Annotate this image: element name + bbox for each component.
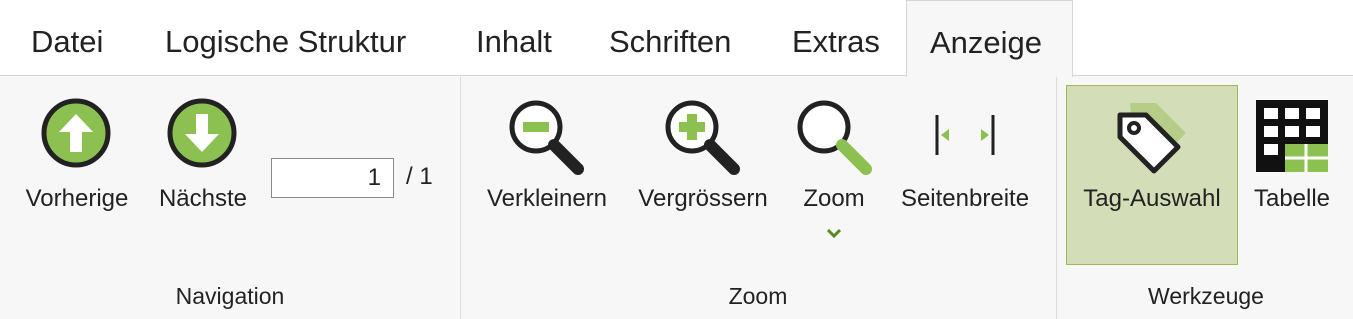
tab-datei[interactable]: Datei <box>31 0 103 76</box>
page-number-input[interactable] <box>271 158 394 198</box>
tab-logische-struktur[interactable]: Logische Struktur <box>165 0 406 76</box>
arrow-down-circle-icon <box>167 98 237 168</box>
table-label: Tabelle <box>1253 185 1331 212</box>
zoom-out-icon <box>509 100 584 175</box>
tag-icon <box>1117 103 1186 174</box>
zoom-in-label: Vergrössern <box>638 185 768 212</box>
tab-inhalt[interactable]: Inhalt <box>476 0 552 76</box>
group-divider <box>460 77 461 319</box>
tab-anzeige[interactable]: Anzeige <box>906 0 1073 77</box>
navigation-group-label: Navigation <box>175 283 285 309</box>
tag-select-label: Tag-Auswahl <box>1083 185 1221 212</box>
ribbon-panel: Vorherige Nächste / 1 Navigation Verklei… <box>0 77 1353 319</box>
tab-extras[interactable]: Extras <box>792 0 880 76</box>
fit-width-icon <box>935 115 995 155</box>
zoom-in-icon <box>665 100 740 175</box>
zoom-dropdown-button[interactable]: Zoom <box>788 97 880 247</box>
zoom-in-button[interactable]: Vergrössern <box>628 97 778 223</box>
next-label: Nächste <box>158 185 248 212</box>
table-button[interactable]: Tabelle <box>1244 97 1340 223</box>
group-divider <box>1056 77 1057 319</box>
tools-group-label: Werkzeuge <box>1148 283 1264 309</box>
table-grid-icon <box>1256 100 1328 172</box>
next-button[interactable]: Nächste <box>150 97 256 223</box>
zoom-label: Zoom <box>803 185 865 212</box>
chevron-down-icon <box>826 228 842 239</box>
tab-schriften[interactable]: Schriften <box>609 0 731 76</box>
magnifier-icon <box>797 100 872 175</box>
zoom-out-label: Verkleinern <box>486 185 608 212</box>
tag-select-button[interactable]: Tag-Auswahl <box>1066 85 1238 265</box>
page-width-label: Seitenbreite <box>900 185 1030 212</box>
arrow-up-circle-icon <box>41 98 111 168</box>
zoom-out-button[interactable]: Verkleinern <box>474 97 620 223</box>
page-total: / 1 <box>406 163 433 190</box>
page-width-button[interactable]: Seitenbreite <box>890 97 1040 223</box>
ribbon-tab-bar: Datei Logische Struktur Inhalt Schriften… <box>0 0 1353 77</box>
zoom-group-label: Zoom <box>728 283 788 309</box>
previous-button[interactable]: Vorherige <box>14 97 140 223</box>
previous-label: Vorherige <box>25 185 129 212</box>
